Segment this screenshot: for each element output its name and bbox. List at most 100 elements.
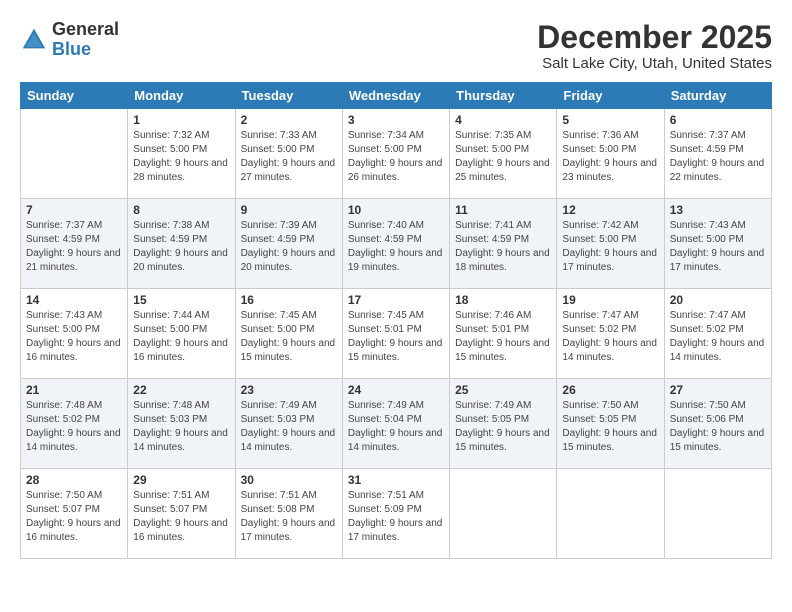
cell-3-5: 26 Sunrise: 7:50 AM Sunset: 5:05 PM Dayli… [557,379,664,469]
cell-4-1: 29Sunrise: 7:51 AM Sunset: 5:07 PM Dayli… [128,469,235,559]
subtitle: Salt Lake City, Utah, United States [537,55,772,72]
day-num-1-2: 9 [241,203,337,217]
day-info-3-6: Sunrise: 7:50 AM Sunset: 5:06 PM Dayligh… [670,399,766,455]
day-info-2-5: Sunrise: 7:47 AM Sunset: 5:02 PM Dayligh… [562,309,658,365]
cell-4-3: 31 Sunrise: 7:51 AM Sunset: 5:09 PM Dayli… [342,469,449,559]
col-thursday: Thursday [450,83,557,109]
logo: General Blue [20,20,119,60]
week-row-3: 21 Sunrise: 7:48 AM Sunset: 5:02 PM Dayli… [21,379,772,469]
col-friday: Friday [557,83,664,109]
cell-1-4: 11 Sunrise: 7:41 AM Sunset: 4:59 PM Dayli… [450,199,557,289]
col-tuesday: Tuesday [235,83,342,109]
logo-blue-text: Blue [52,40,119,60]
cell-0-6: 6 Sunrise: 7:37 AM Sunset: 4:59 PM Daylig… [664,109,771,199]
cell-4-6 [664,469,771,559]
day-info-1-3: Sunrise: 7:40 AM Sunset: 4:59 PM Dayligh… [348,219,444,275]
day-num-1-4: 11 [455,203,551,217]
day-info-1-6: Sunrise: 7:43 AM Sunset: 5:00 PM Dayligh… [670,219,766,275]
week-row-1: 7Sunrise: 7:37 AM Sunset: 4:59 PM Daylig… [21,199,772,289]
day-info-3-3: Sunrise: 7:49 AM Sunset: 5:04 PM Dayligh… [348,399,444,455]
cell-4-4 [450,469,557,559]
day-num-2-1: 15 [133,293,229,307]
day-info-2-3: Sunrise: 7:45 AM Sunset: 5:01 PM Dayligh… [348,309,444,365]
day-num-0-2: 2 [241,113,337,127]
col-sunday: Sunday [21,83,128,109]
day-info-0-6: Sunrise: 7:37 AM Sunset: 4:59 PM Dayligh… [670,129,766,185]
cell-1-2: 9 Sunrise: 7:39 AM Sunset: 4:59 PM Daylig… [235,199,342,289]
day-info-0-3: Sunrise: 7:34 AM Sunset: 5:00 PM Dayligh… [348,129,444,185]
calendar-table: Sunday Monday Tuesday Wednesday Thursday… [20,82,772,559]
day-num-3-5: 26 [562,383,658,397]
cell-2-1: 15 Sunrise: 7:44 AM Sunset: 5:00 PM Dayli… [128,289,235,379]
day-num-0-1: 1 [133,113,229,127]
day-num-3-3: 24 [348,383,444,397]
day-info-4-3: Sunrise: 7:51 AM Sunset: 5:09 PM Dayligh… [348,489,444,545]
day-num-1-3: 10 [348,203,444,217]
cell-0-3: 3 Sunrise: 7:34 AM Sunset: 5:00 PM Daylig… [342,109,449,199]
day-info-2-1: Sunrise: 7:44 AM Sunset: 5:00 PM Dayligh… [133,309,229,365]
day-num-0-4: 4 [455,113,551,127]
day-info-4-0: Sunrise: 7:50 AM Sunset: 5:07 PM Dayligh… [26,489,122,545]
day-num-3-0: 21 [26,383,122,397]
cell-4-2: 30 Sunrise: 7:51 AM Sunset: 5:08 PM Dayli… [235,469,342,559]
logo-text: General Blue [52,20,119,60]
day-num-2-3: 17 [348,293,444,307]
day-info-1-0: Sunrise: 7:37 AM Sunset: 4:59 PM Dayligh… [26,219,122,275]
day-num-2-5: 19 [562,293,658,307]
cell-4-0: 28 Sunrise: 7:50 AM Sunset: 5:07 PM Dayli… [21,469,128,559]
day-info-3-2: Sunrise: 7:49 AM Sunset: 5:03 PM Dayligh… [241,399,337,455]
day-info-4-2: Sunrise: 7:51 AM Sunset: 5:08 PM Dayligh… [241,489,337,545]
cell-1-6: 13 Sunrise: 7:43 AM Sunset: 5:00 PM Dayli… [664,199,771,289]
day-num-2-4: 18 [455,293,551,307]
week-row-4: 28 Sunrise: 7:50 AM Sunset: 5:07 PM Dayli… [21,469,772,559]
day-num-3-4: 25 [455,383,551,397]
cell-2-4: 18 Sunrise: 7:46 AM Sunset: 5:01 PM Dayli… [450,289,557,379]
day-info-1-2: Sunrise: 7:39 AM Sunset: 4:59 PM Dayligh… [241,219,337,275]
day-num-1-5: 12 [562,203,658,217]
day-info-2-4: Sunrise: 7:46 AM Sunset: 5:01 PM Dayligh… [455,309,551,365]
day-num-3-2: 23 [241,383,337,397]
day-num-4-3: 31 [348,473,444,487]
cell-0-0 [21,109,128,199]
day-num-4-0: 28 [26,473,122,487]
col-wednesday: Wednesday [342,83,449,109]
cell-1-1: 8Sunrise: 7:38 AM Sunset: 4:59 PM Daylig… [128,199,235,289]
logo-general-text: General [52,20,119,40]
cell-3-1: 22Sunrise: 7:48 AM Sunset: 5:03 PM Dayli… [128,379,235,469]
day-info-2-6: Sunrise: 7:47 AM Sunset: 5:02 PM Dayligh… [670,309,766,365]
day-info-0-5: Sunrise: 7:36 AM Sunset: 5:00 PM Dayligh… [562,129,658,185]
day-info-0-4: Sunrise: 7:35 AM Sunset: 5:00 PM Dayligh… [455,129,551,185]
day-info-3-5: Sunrise: 7:50 AM Sunset: 5:05 PM Dayligh… [562,399,658,455]
cell-3-2: 23 Sunrise: 7:49 AM Sunset: 5:03 PM Dayli… [235,379,342,469]
page: General Blue December 2025 Salt Lake Cit… [0,0,792,569]
day-num-2-2: 16 [241,293,337,307]
cell-0-1: 1Sunrise: 7:32 AM Sunset: 5:00 PM Daylig… [128,109,235,199]
cell-4-5 [557,469,664,559]
day-num-0-5: 5 [562,113,658,127]
day-num-2-6: 20 [670,293,766,307]
day-num-1-6: 13 [670,203,766,217]
day-num-0-3: 3 [348,113,444,127]
cell-3-0: 21 Sunrise: 7:48 AM Sunset: 5:02 PM Dayli… [21,379,128,469]
day-num-4-2: 30 [241,473,337,487]
cell-2-6: 20 Sunrise: 7:47 AM Sunset: 5:02 PM Dayli… [664,289,771,379]
cell-1-3: 10 Sunrise: 7:40 AM Sunset: 4:59 PM Dayli… [342,199,449,289]
day-info-3-1: Sunrise: 7:48 AM Sunset: 5:03 PM Dayligh… [133,399,229,455]
cell-2-5: 19 Sunrise: 7:47 AM Sunset: 5:02 PM Dayli… [557,289,664,379]
cell-1-0: 7Sunrise: 7:37 AM Sunset: 4:59 PM Daylig… [21,199,128,289]
col-saturday: Saturday [664,83,771,109]
day-num-0-6: 6 [670,113,766,127]
day-num-1-1: 8 [133,203,229,217]
day-info-4-1: Sunrise: 7:51 AM Sunset: 5:07 PM Dayligh… [133,489,229,545]
title-block: December 2025 Salt Lake City, Utah, Unit… [537,20,772,72]
cell-2-3: 17 Sunrise: 7:45 AM Sunset: 5:01 PM Dayli… [342,289,449,379]
day-info-3-0: Sunrise: 7:48 AM Sunset: 5:02 PM Dayligh… [26,399,122,455]
cell-0-4: 4 Sunrise: 7:35 AM Sunset: 5:00 PM Daylig… [450,109,557,199]
day-num-2-0: 14 [26,293,122,307]
cell-0-2: 2Sunrise: 7:33 AM Sunset: 5:00 PM Daylig… [235,109,342,199]
col-monday: Monday [128,83,235,109]
day-info-2-0: Sunrise: 7:43 AM Sunset: 5:00 PM Dayligh… [26,309,122,365]
day-info-2-2: Sunrise: 7:45 AM Sunset: 5:00 PM Dayligh… [241,309,337,365]
day-info-1-4: Sunrise: 7:41 AM Sunset: 4:59 PM Dayligh… [455,219,551,275]
day-num-3-6: 27 [670,383,766,397]
